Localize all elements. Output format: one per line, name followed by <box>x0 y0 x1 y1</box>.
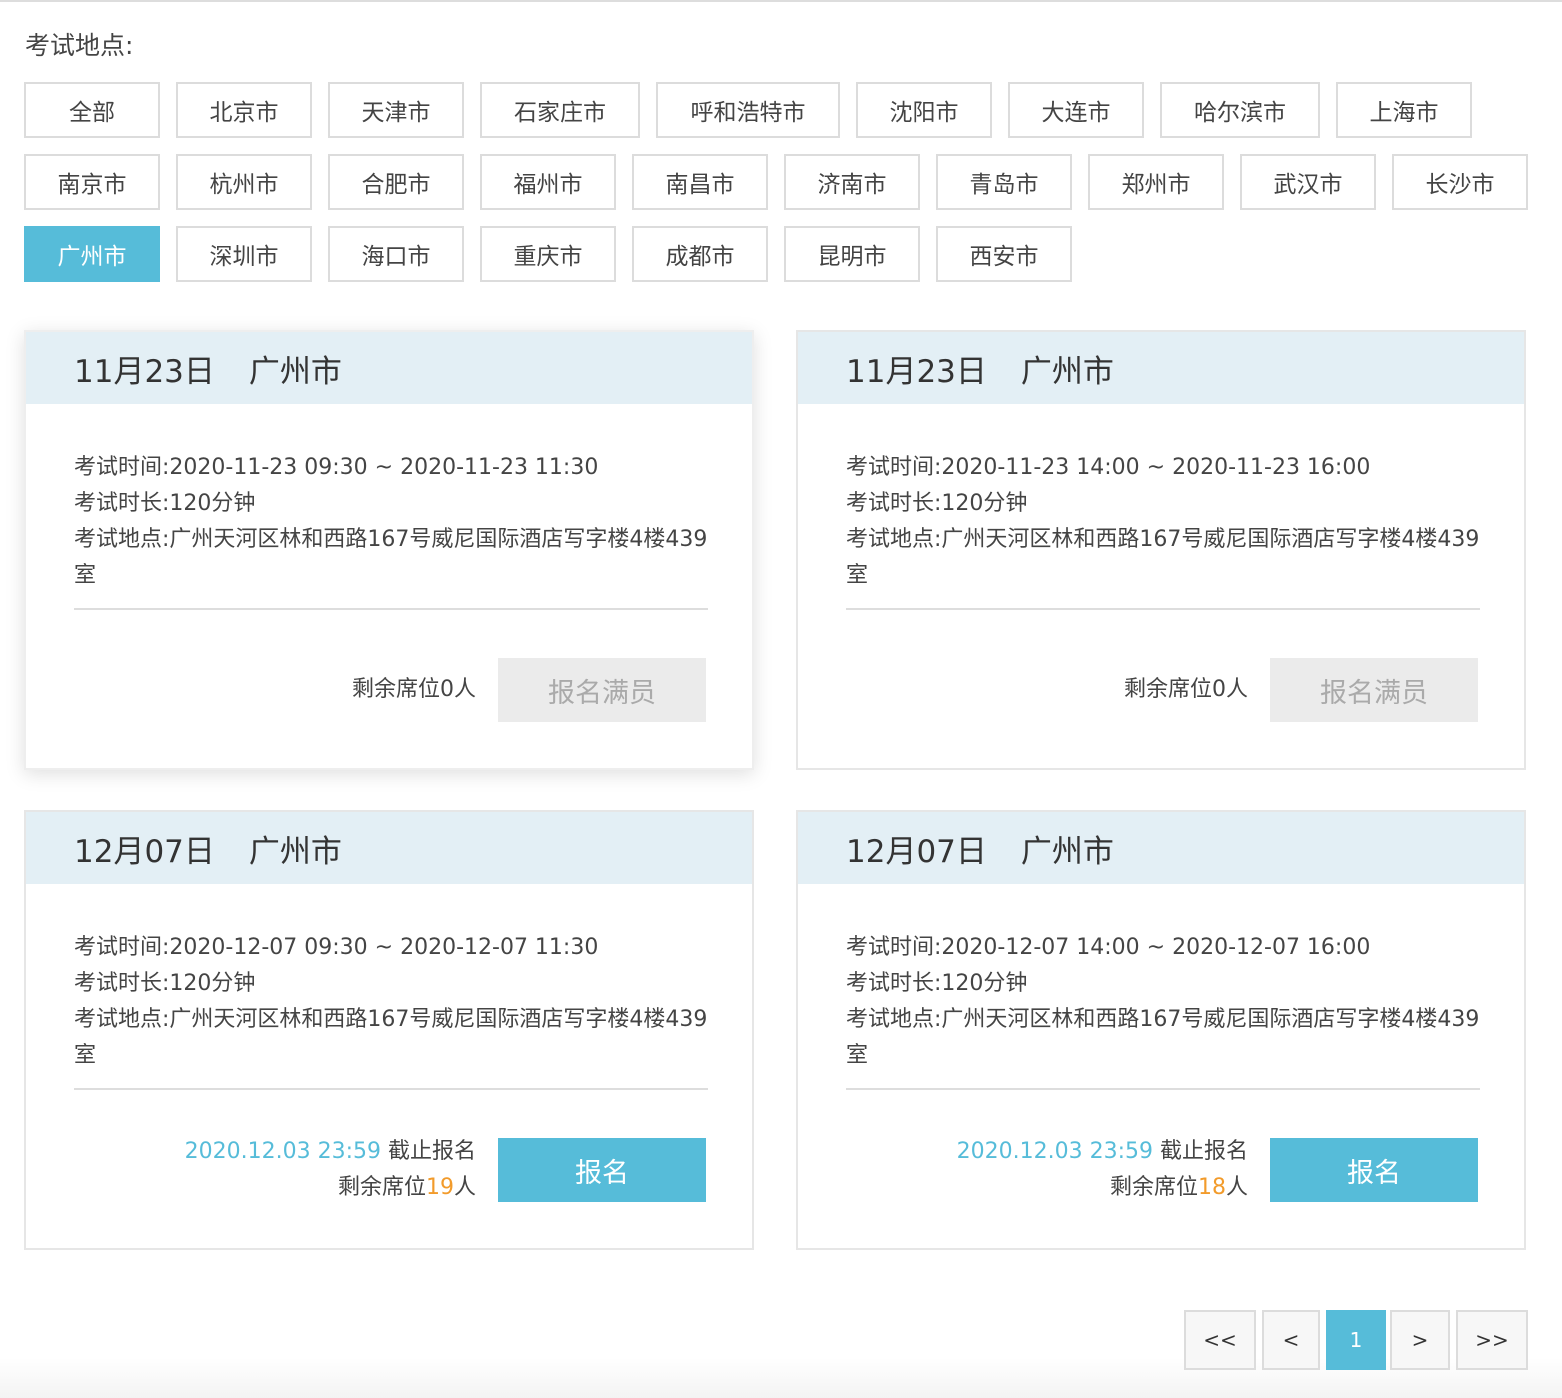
city-filter-fuzhou[interactable]: 福州市 <box>480 154 616 210</box>
seats-remaining: 剩余席位0人 <box>352 677 476 702</box>
city-filter-kunming[interactable]: 昆明市 <box>784 226 920 282</box>
city-filter-changsha[interactable]: 长沙市 <box>1392 154 1528 210</box>
city-filter-tianjin[interactable]: 天津市 <box>328 82 464 138</box>
exam-address-value: 广州天河区林和西路167号威尼国际酒店写字楼4楼439室 <box>74 527 708 588</box>
session-city: 广州市 <box>248 353 342 390</box>
session-details: 考试时间:2020-12-07 14:00 ~ 2020-12-07 16:00… <box>846 930 1480 1074</box>
duration-label: 考试时长: <box>846 971 942 996</box>
time-label: 考试时间: <box>846 935 942 960</box>
city-filter-chengdu[interactable]: 成都市 <box>632 226 768 282</box>
city-filter-zhengzhou[interactable]: 郑州市 <box>1088 154 1224 210</box>
exam-address-value: 广州天河区林和西路167号威尼国际酒店写字楼4楼439室 <box>74 1007 708 1068</box>
exam-address-value: 广州天河区林和西路167号威尼国际酒店写字楼4楼439室 <box>846 1007 1480 1068</box>
duration-label: 考试时长: <box>846 491 942 516</box>
exam-duration-value: 120分钟 <box>941 491 1028 516</box>
place-label: 考试地点: <box>846 1007 942 1032</box>
exam-duration-value: 120分钟 <box>169 491 256 516</box>
exam-time-value: 2020-12-07 09:30 ~ 2020-12-07 11:30 <box>169 935 599 960</box>
city-filter-xian[interactable]: 西安市 <box>936 226 1072 282</box>
session-date: 12月07日 <box>74 833 215 870</box>
city-filter-haikou[interactable]: 海口市 <box>328 226 464 282</box>
top-divider <box>0 0 1562 3</box>
place-label: 考试地点: <box>74 527 170 552</box>
city-filter-all[interactable]: 全部 <box>24 82 160 138</box>
seats-count: 18 <box>1197 1175 1226 1200</box>
deadline-date: 2020.12.03 23:59 <box>956 1139 1153 1164</box>
register-button[interactable]: 报名 <box>1270 1138 1478 1202</box>
card-divider <box>846 608 1480 610</box>
city-filter-wuhan[interactable]: 武汉市 <box>1240 154 1376 210</box>
city-filter-hefei[interactable]: 合肥市 <box>328 154 464 210</box>
duration-label: 考试时长: <box>74 491 170 516</box>
location-filter-label: 考试地点: <box>25 31 134 60</box>
city-filter-shenyang[interactable]: 沈阳市 <box>856 82 992 138</box>
session-city: 广州市 <box>1020 833 1114 870</box>
session-city: 广州市 <box>1020 353 1114 390</box>
exam-address-value: 广州天河区林和西路167号威尼国际酒店写字楼4楼439室 <box>846 527 1480 588</box>
city-filter-chongqing[interactable]: 重庆市 <box>480 226 616 282</box>
city-filter-harbin[interactable]: 哈尔滨市 <box>1160 82 1320 138</box>
seats-suffix: 人 <box>453 1175 476 1200</box>
city-filter-beijing[interactable]: 北京市 <box>176 82 312 138</box>
city-filter-jinan[interactable]: 济南市 <box>784 154 920 210</box>
card-header: 12月07日 广州市 <box>26 812 752 884</box>
city-filter-guangzhou[interactable]: 广州市 <box>24 226 160 282</box>
session-date: 11月23日 <box>74 353 215 390</box>
seats-remaining: 剩余席位0人 <box>1124 677 1248 702</box>
pagination-first-button[interactable]: << <box>1184 1310 1256 1370</box>
exam-duration-value: 120分钟 <box>941 971 1028 996</box>
city-filter-qingdao[interactable]: 青岛市 <box>936 154 1072 210</box>
exam-session-card: 12月07日 广州市 考试时间:2020-12-07 09:30 ~ 2020-1… <box>24 810 754 1250</box>
card-header: 11月23日 广州市 <box>26 332 752 404</box>
exam-time-value: 2020-12-07 14:00 ~ 2020-12-07 16:00 <box>941 935 1371 960</box>
seats-prefix: 剩余席位 <box>337 1175 426 1200</box>
duration-label: 考试时长: <box>74 971 170 996</box>
exam-time-value: 2020-11-23 09:30 ~ 2020-11-23 11:30 <box>169 455 599 480</box>
exam-duration-value: 120分钟 <box>169 971 256 996</box>
register-full-button: 报名满员 <box>1270 658 1478 722</box>
city-filter-hangzhou[interactable]: 杭州市 <box>176 154 312 210</box>
time-label: 考试时间: <box>74 935 170 960</box>
session-details: 考试时间:2020-11-23 14:00 ~ 2020-11-23 16:00… <box>846 450 1480 594</box>
city-filter-nanjing[interactable]: 南京市 <box>24 154 160 210</box>
place-label: 考试地点: <box>846 527 942 552</box>
register-button[interactable]: 报名 <box>498 1138 706 1202</box>
exam-session-card: 12月07日 广州市 考试时间:2020-12-07 14:00 ~ 2020-1… <box>796 810 1526 1250</box>
exam-session-card: 11月23日 广州市 考试时间:2020-11-23 14:00 ~ 2020-1… <box>796 330 1526 770</box>
seats-prefix: 剩余席位 <box>1109 1175 1198 1200</box>
city-filter-shanghai[interactable]: 上海市 <box>1336 82 1472 138</box>
time-label: 考试时间: <box>846 455 942 480</box>
registration-deadline: 2020.12.03 23:59 截止报名 剩余席位18人 <box>957 1134 1248 1206</box>
pagination-prev-button[interactable]: < <box>1262 1310 1320 1370</box>
card-divider <box>846 1088 1480 1090</box>
deadline-suffix: 截止报名 <box>381 1139 476 1164</box>
card-header: 12月07日 广州市 <box>798 812 1524 884</box>
exam-time-value: 2020-11-23 14:00 ~ 2020-11-23 16:00 <box>941 455 1371 480</box>
city-filter-nanchang[interactable]: 南昌市 <box>632 154 768 210</box>
seats-count: 19 <box>425 1175 454 1200</box>
city-filter-shenzhen[interactable]: 深圳市 <box>176 226 312 282</box>
session-date: 12月07日 <box>846 833 987 870</box>
register-full-button: 报名满员 <box>498 658 706 722</box>
city-filter-shijiazhuang[interactable]: 石家庄市 <box>480 82 640 138</box>
session-date: 11月23日 <box>846 353 987 390</box>
pagination-next-button[interactable]: > <box>1390 1310 1450 1370</box>
session-city: 广州市 <box>248 833 342 870</box>
city-filter-dalian[interactable]: 大连市 <box>1008 82 1144 138</box>
city-filter-hohhot[interactable]: 呼和浩特市 <box>656 82 840 138</box>
time-label: 考试时间: <box>74 455 170 480</box>
session-details: 考试时间:2020-12-07 09:30 ~ 2020-12-07 11:30… <box>74 930 708 1074</box>
exam-session-card: 11月23日 广州市 考试时间:2020-11-23 09:30 ~ 2020-1… <box>24 330 754 770</box>
session-details: 考试时间:2020-11-23 09:30 ~ 2020-11-23 11:30… <box>74 450 708 594</box>
seats-suffix: 人 <box>1225 1175 1248 1200</box>
card-divider <box>74 1088 708 1090</box>
place-label: 考试地点: <box>74 1007 170 1032</box>
registration-deadline: 2020.12.03 23:59 截止报名 剩余席位19人 <box>185 1134 476 1206</box>
card-header: 11月23日 广州市 <box>798 332 1524 404</box>
deadline-suffix: 截止报名 <box>1153 1139 1248 1164</box>
card-divider <box>74 608 708 610</box>
deadline-date: 2020.12.03 23:59 <box>184 1139 381 1164</box>
pagination-page-1[interactable]: 1 <box>1326 1310 1386 1370</box>
pagination-last-button[interactable]: >> <box>1456 1310 1528 1370</box>
